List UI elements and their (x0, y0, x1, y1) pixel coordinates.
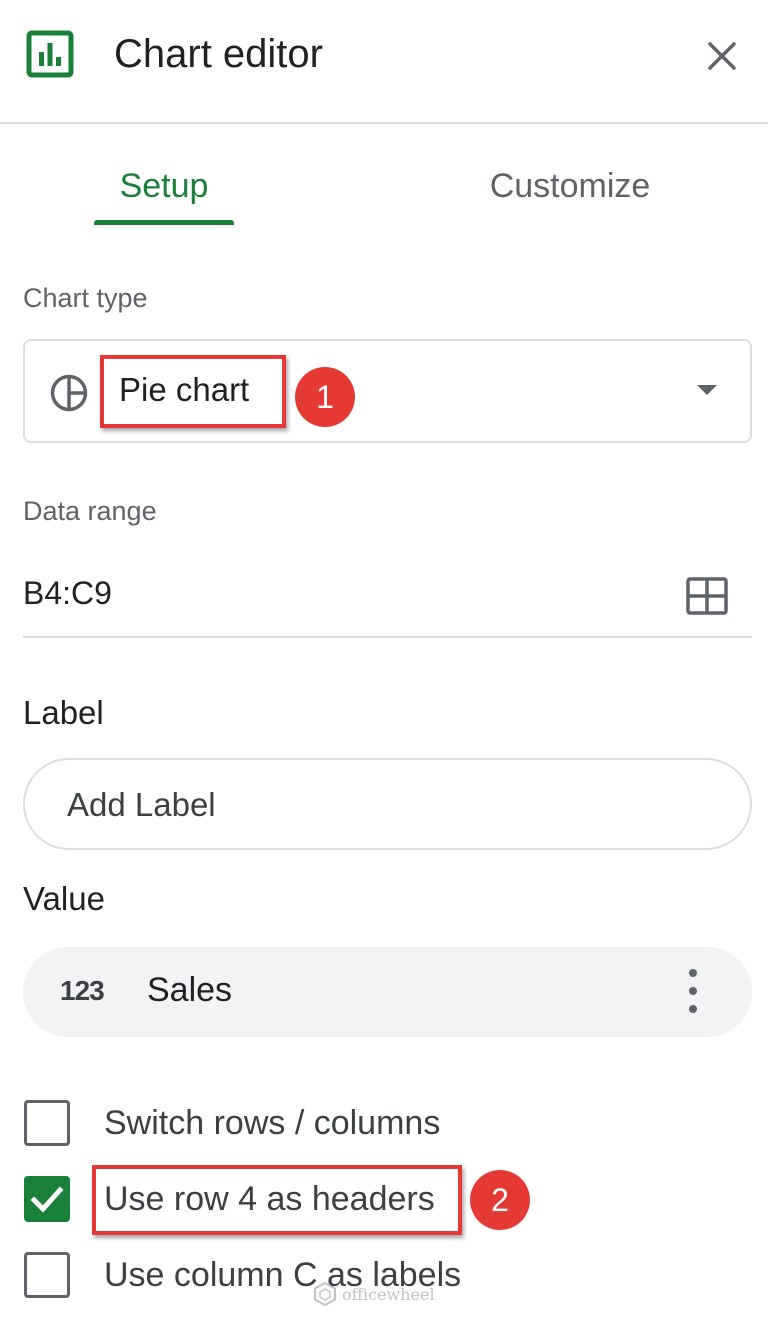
checkmark-icon (30, 1186, 64, 1213)
annotation-badge-1: 1 (295, 367, 355, 427)
number-type-icon: 123 (60, 975, 105, 1006)
watermark: officewheel (314, 1282, 435, 1306)
chart-type-dropdown[interactable]: Pie chart (23, 339, 752, 443)
tab-setup[interactable]: Setup (64, 160, 264, 226)
active-tab-indicator (94, 220, 234, 225)
data-range-input[interactable]: B4:C9 (23, 575, 112, 612)
switch-rows-columns-label[interactable]: Switch rows / columns (104, 1104, 440, 1143)
chart-bar-icon (26, 30, 74, 78)
close-button[interactable] (698, 32, 746, 80)
more-vert-icon[interactable] (683, 967, 703, 1017)
label-section-title: Label (23, 694, 104, 731)
add-label-text: Add Label (67, 786, 216, 823)
chart-type-value: Pie chart (119, 371, 250, 408)
tab-customize[interactable]: Customize (440, 160, 700, 226)
value-series-chip[interactable]: 123 Sales (23, 947, 752, 1037)
close-icon (708, 42, 736, 70)
switch-rows-columns-checkbox[interactable] (24, 1100, 70, 1146)
use-row-headers-checkbox[interactable] (24, 1176, 70, 1222)
data-range-label: Data range (23, 496, 157, 526)
add-label-button[interactable]: Add Label (23, 758, 752, 850)
watermark-text: officewheel (342, 1284, 435, 1304)
panel-title: Chart editor (114, 32, 323, 76)
chart-editor-header: Chart editor (0, 0, 768, 124)
use-column-labels-checkbox[interactable] (24, 1252, 70, 1298)
grid-select-icon[interactable] (686, 577, 728, 615)
watermark-logo-icon (314, 1282, 336, 1306)
annotation-badge-2: 2 (470, 1170, 530, 1230)
value-section-title: Value (23, 880, 105, 917)
chart-type-label: Chart type (23, 283, 148, 313)
pie-chart-icon (50, 374, 88, 412)
use-row-headers-label[interactable]: Use row 4 as headers (104, 1180, 435, 1219)
dropdown-arrow-icon (697, 385, 717, 395)
value-series-name: Sales (147, 971, 233, 1009)
data-range-underline (23, 636, 752, 638)
